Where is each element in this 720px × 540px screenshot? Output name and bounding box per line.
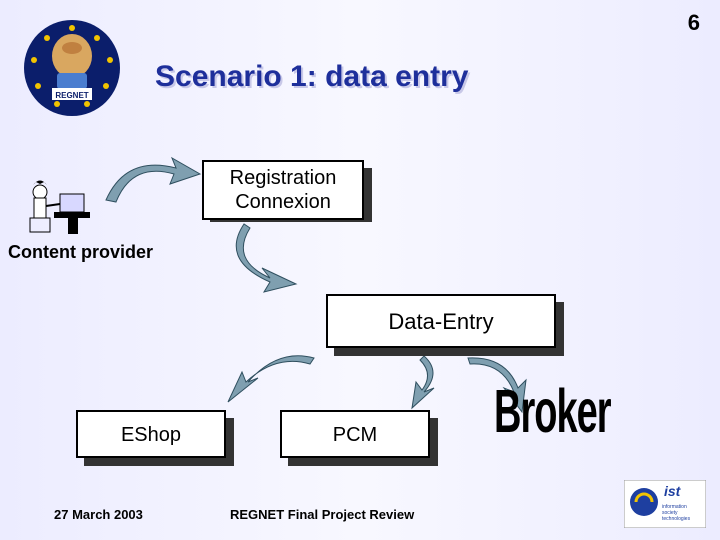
footer-date: 27 March 2003 — [54, 507, 143, 522]
svg-text:ist: ist — [664, 483, 682, 499]
pcm-text: PCM — [333, 424, 377, 446]
registration-box: Registration Connexion — [202, 160, 364, 220]
regnet-logo: REGNET — [22, 18, 122, 118]
footer-center: REGNET Final Project Review — [230, 507, 414, 522]
data-entry-text: Data-Entry — [388, 309, 493, 334]
pcm-box: PCM — [280, 410, 430, 458]
arrow-user-to-registration — [96, 150, 206, 210]
broker-label: Broker — [494, 379, 611, 448]
page-number: 6 — [688, 10, 700, 36]
eshop-text: EShop — [121, 424, 181, 446]
data-entry-box: Data-Entry — [326, 294, 556, 348]
slide-title: Scenario 1: data entry — [155, 60, 468, 94]
eshop-box: EShop — [76, 410, 226, 458]
user-at-computer-icon — [24, 180, 94, 240]
registration-text: Registration Connexion — [230, 167, 337, 213]
content-provider-label: Content provider — [8, 242, 153, 263]
ist-logo: ist information society technologies — [624, 480, 706, 528]
arrow-data-to-pcm — [376, 352, 446, 412]
svg-text:technologies: technologies — [662, 516, 691, 522]
arrow-data-to-eshop — [218, 352, 328, 416]
svg-text:REGNET: REGNET — [55, 91, 88, 100]
arrow-registration-to-data — [230, 220, 330, 300]
